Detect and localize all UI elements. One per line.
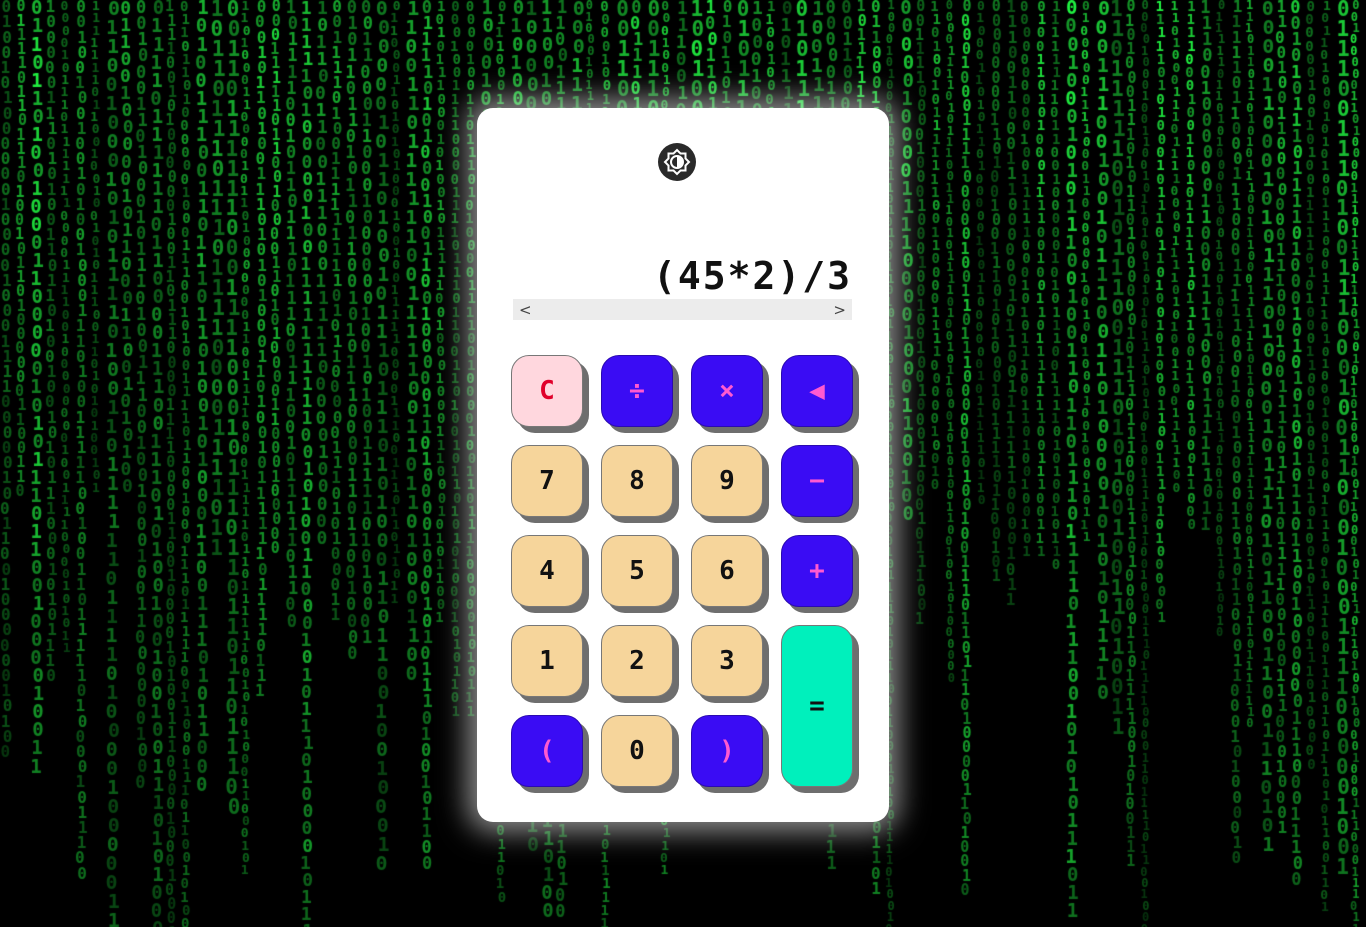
clear-button[interactable]: C [511,355,583,427]
display-scrollbar[interactable]: < > [513,299,852,320]
minus-button[interactable]: − [781,445,853,517]
calculator-panel: (45*2)/3 < > C ÷ × ◀ 7 8 9 − 4 5 6 + 1 2… [477,108,889,822]
equals-button[interactable]: = [781,625,853,787]
expression-display: (45*2)/3 [652,254,852,298]
divide-button[interactable]: ÷ [601,355,673,427]
backspace-button[interactable]: ◀ [781,355,853,427]
multiply-button[interactable]: × [691,355,763,427]
theme-toggle-icon [663,148,691,176]
digit-6-button[interactable]: 6 [691,535,763,607]
close-paren-button[interactable]: ) [691,715,763,787]
scroll-right-arrow[interactable]: > [833,301,846,319]
theme-toggle-button[interactable] [658,143,696,181]
digit-1-button[interactable]: 1 [511,625,583,697]
digit-7-button[interactable]: 7 [511,445,583,517]
scroll-left-arrow[interactable]: < [519,301,532,319]
digit-5-button[interactable]: 5 [601,535,673,607]
digit-9-button[interactable]: 9 [691,445,763,517]
digit-2-button[interactable]: 2 [601,625,673,697]
digit-0-button[interactable]: 0 [601,715,673,787]
open-paren-button[interactable]: ( [511,715,583,787]
digit-4-button[interactable]: 4 [511,535,583,607]
digit-3-button[interactable]: 3 [691,625,763,697]
digit-8-button[interactable]: 8 [601,445,673,517]
plus-button[interactable]: + [781,535,853,607]
